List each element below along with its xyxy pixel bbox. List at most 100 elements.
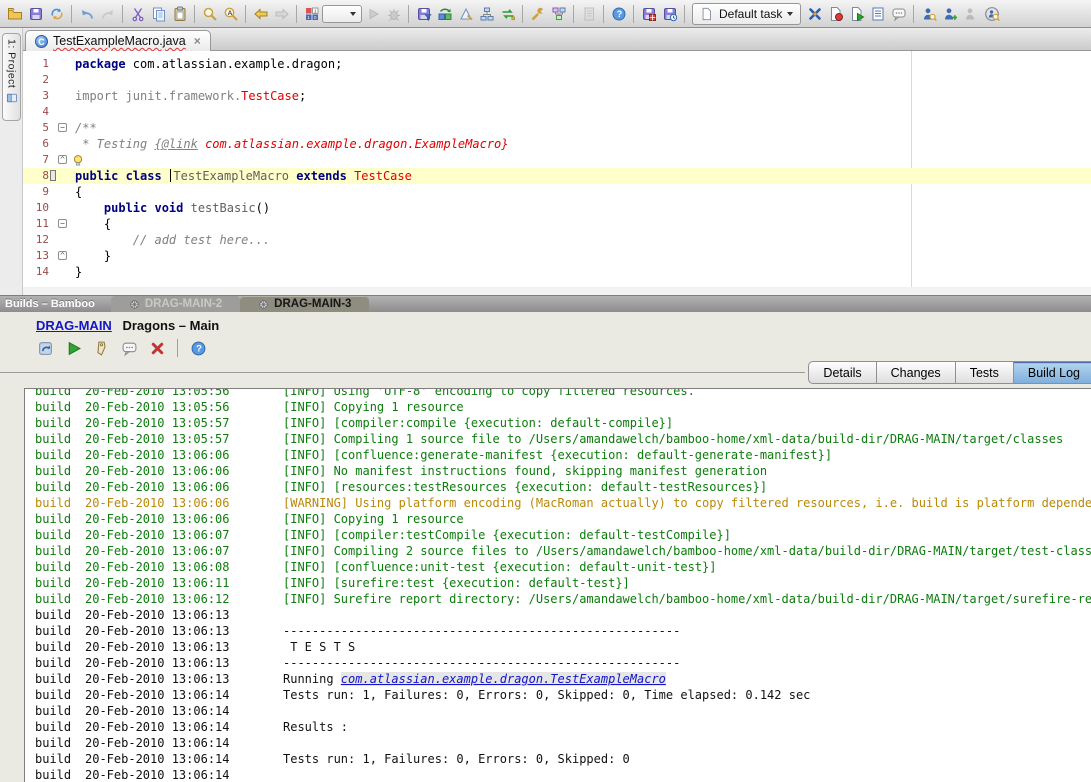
vcs-refresh-button[interactable] [497, 3, 518, 25]
log-timestamp: 20-Feb-2010 13:06:14 [85, 735, 283, 751]
stop-task-button[interactable] [825, 3, 846, 25]
settings-button[interactable] [527, 3, 548, 25]
log-process: build [25, 639, 85, 655]
save-context-button[interactable] [659, 3, 680, 25]
open-file-button[interactable] [4, 3, 25, 25]
add-user-button[interactable] [939, 3, 960, 25]
save-all-button[interactable] [25, 3, 46, 25]
find-user-button[interactable] [918, 3, 939, 25]
code-text: import junit.framework.TestCase; [75, 88, 1091, 104]
update-project-button[interactable] [434, 3, 455, 25]
browse-user-button[interactable] [981, 3, 1002, 25]
save-desktop-button[interactable] [638, 3, 659, 25]
project-structure-button[interactable] [548, 3, 569, 25]
task-comment-button[interactable] [888, 3, 909, 25]
close-icon[interactable]: × [194, 34, 201, 48]
project-tool-window-button[interactable]: 1: Project [2, 33, 21, 121]
undo-button[interactable] [76, 3, 97, 25]
log-timestamp: 20-Feb-2010 13:06:06 [85, 479, 283, 495]
tool-window-stripe: 1: Project [0, 28, 23, 295]
run-button[interactable] [362, 3, 383, 25]
log-process: build [25, 623, 85, 639]
log-row: build20-Feb-2010 13:06:08[INFO] [conflue… [25, 559, 1091, 575]
build-tab-drag-main-2[interactable]: DRAG-MAIN-2 [111, 296, 240, 312]
log-message: T E S T S [283, 639, 1091, 655]
update-icon [37, 340, 54, 357]
gutter-fold-area [49, 104, 75, 120]
redo-button[interactable] [97, 3, 118, 25]
plan-key-link[interactable]: DRAG-MAIN [36, 318, 112, 333]
start-task-button[interactable] [846, 3, 867, 25]
toolbar-separator [913, 5, 914, 23]
log-process: build [25, 415, 85, 431]
code-structure-button[interactable] [476, 3, 497, 25]
find-in-path-button[interactable]: A [220, 3, 241, 25]
back-button[interactable] [250, 3, 271, 25]
cut-button[interactable] [127, 3, 148, 25]
view-tab-build-log[interactable]: Build Log [1013, 361, 1091, 384]
run-plan-icon [65, 340, 82, 357]
log-message [283, 703, 1091, 719]
user-button[interactable] [960, 3, 981, 25]
log-message: [INFO] [confluence:unit-test {execution:… [283, 559, 1091, 575]
log-row: build20-Feb-2010 13:06:06[INFO] Copying … [25, 511, 1091, 527]
find-button[interactable] [199, 3, 220, 25]
default-task-label: Default task [719, 7, 782, 21]
log-message: [INFO] [resources:testResources {executi… [283, 479, 1091, 495]
redo-icon [100, 6, 116, 22]
copy-button[interactable] [148, 3, 169, 25]
save-context-icon [662, 6, 678, 22]
gutter-mark-icon[interactable] [50, 170, 56, 181]
start-task-icon [849, 6, 865, 22]
log-message: Running com.atlassian.example.dragon.Tes… [283, 671, 1091, 687]
toolbar-separator [684, 5, 685, 23]
task-list-button[interactable] [867, 3, 888, 25]
view-tab-details[interactable]: Details [808, 361, 876, 384]
log-row: build20-Feb-2010 13:06:13---------------… [25, 655, 1091, 671]
log-message: Tests run: 1, Failures: 0, Errors: 0, Sk… [283, 751, 1091, 767]
build-wheel-icon [258, 299, 269, 310]
paste-button[interactable] [169, 3, 190, 25]
fold-marker-icon[interactable]: − [58, 219, 67, 228]
view-tab-changes[interactable]: Changes [876, 361, 956, 384]
log-message: [INFO] [compiler:testCompile {execution:… [283, 527, 1091, 543]
fold-marker-icon[interactable]: ^ [58, 251, 67, 260]
run-configurations-button[interactable]: 110 [301, 3, 322, 25]
code-editor[interactable]: 1package com.atlassian.example.dragon;23… [23, 51, 1091, 287]
update-button[interactable] [34, 337, 56, 359]
debug-button[interactable] [383, 3, 404, 25]
synchronize-button[interactable] [46, 3, 67, 25]
run-plan-button[interactable] [62, 337, 84, 359]
inspect-code-button[interactable] [455, 3, 476, 25]
commit-button[interactable] [413, 3, 434, 25]
comment-button[interactable] [118, 337, 140, 359]
view-tab-tests[interactable]: Tests [955, 361, 1014, 384]
help-button[interactable]: ? [187, 337, 209, 359]
delete-button[interactable] [146, 337, 168, 359]
bamboo-button[interactable] [804, 3, 825, 25]
build-tab-drag-main-3[interactable]: DRAG-MAIN-3 [240, 296, 369, 312]
fold-marker-icon[interactable]: − [58, 123, 67, 132]
readonly-document-button[interactable] [578, 3, 599, 25]
test-class-link[interactable]: com.atlassian.example.dragon.TestExample… [341, 672, 666, 686]
toolbar-separator [177, 339, 178, 357]
save-all-icon [28, 6, 44, 22]
code-line-10: 10 public void testBasic() [23, 200, 1091, 216]
editor-scroll-strip[interactable] [23, 287, 1091, 295]
default-task-select[interactable]: Default task [692, 3, 801, 25]
line-number: 3 [23, 88, 49, 104]
log-timestamp: 20-Feb-2010 13:06:14 [85, 719, 283, 735]
log-timestamp: 20-Feb-2010 13:06:06 [85, 511, 283, 527]
run-configurations-icon: 110 [304, 6, 320, 22]
editor-tab-testexamplemacro[interactable]: C TestExampleMacro.java × [25, 30, 211, 51]
label-button[interactable] [90, 337, 112, 359]
code-text: } [75, 264, 1091, 280]
help-button[interactable]: ? [608, 3, 629, 25]
fold-marker-icon[interactable]: ^ [58, 155, 67, 164]
forward-button[interactable] [271, 3, 292, 25]
gutter-fold-area: ^ [49, 152, 75, 168]
run-config-selector[interactable] [322, 5, 362, 23]
build-tab-label: DRAG-MAIN-2 [145, 298, 222, 310]
build-log-pane[interactable]: build20-Feb-2010 13:05:56[INFO] Using 'U… [24, 388, 1091, 782]
tabs-separator-line [0, 372, 805, 373]
